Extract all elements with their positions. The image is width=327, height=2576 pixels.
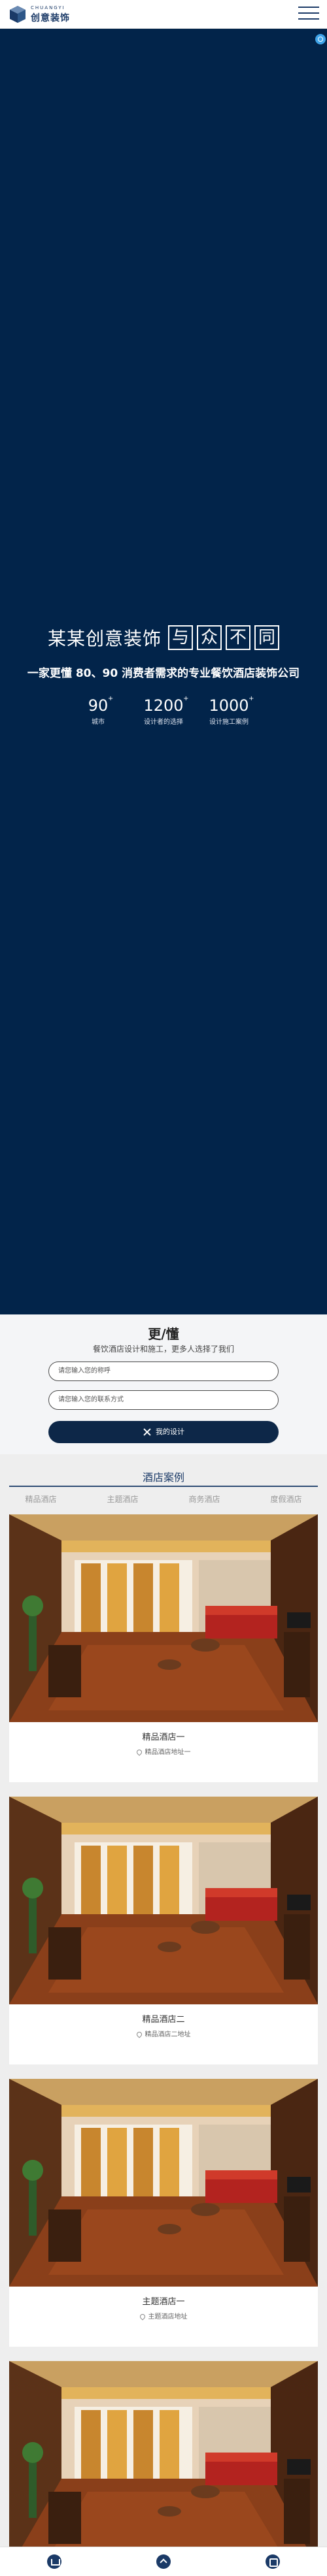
hamburger-menu-icon[interactable] xyxy=(298,7,319,22)
tools-icon xyxy=(143,1427,152,1437)
logo-icon xyxy=(10,6,26,23)
hero-title-box: 同 xyxy=(254,625,279,650)
case-photo xyxy=(9,1797,318,2004)
case-name: 精品酒店一 xyxy=(142,1733,185,1742)
case-tabs: 精品酒店 主题酒店 商务酒店 度假酒店 xyxy=(0,1493,327,1508)
stat-item: 1200 + 设计者的选择 xyxy=(131,695,196,726)
case-photo xyxy=(9,2361,318,2569)
case-card[interactable]: 精品酒店二 精品酒店二地址 xyxy=(9,1797,318,2064)
stat-item: 90 + 城市 xyxy=(65,695,131,726)
header: CHUANGYI 创意装饰 xyxy=(0,0,327,29)
case-card[interactable]: 主题酒店一 主题酒店地址 xyxy=(9,2079,318,2347)
hero-subtitle: 一家更懂 80、90 消费者需求的专业餐饮酒店装饰公司 xyxy=(27,667,300,680)
location-pin-icon xyxy=(135,1748,143,1756)
case-address: 主题酒店地址 xyxy=(148,2313,188,2321)
section-divider xyxy=(9,1486,318,1487)
logo-chinese-text: 创意装饰 xyxy=(31,12,70,24)
hotel-cases-section: 酒店案例 精品酒店 主题酒店 商务酒店 度假酒店 精品酒店一 精品酒店地址一 精… xyxy=(0,1454,327,2569)
phone-input[interactable]: 请您输入您的联系方式 xyxy=(48,1390,279,1410)
logo[interactable]: CHUANGYI 创意装饰 xyxy=(8,4,70,25)
tab-theme-hotel[interactable]: 主题酒店 xyxy=(82,1493,164,1508)
logo-english-text: CHUANGYI xyxy=(31,5,65,10)
location-pin-icon xyxy=(138,2313,146,2321)
home-icon[interactable] xyxy=(47,2554,62,2569)
submit-button[interactable]: 我的设计 xyxy=(48,1421,279,1443)
back-to-top-icon[interactable] xyxy=(156,2554,171,2569)
stat-number: 1200 xyxy=(143,696,184,715)
location-pin-icon xyxy=(135,2030,143,2038)
case-name: 精品酒店二 xyxy=(142,2015,185,2025)
stat-item: 1000 + 设计施工案例 xyxy=(196,695,262,726)
stat-number: 1000 xyxy=(209,696,249,715)
consult-form-section: 更/懂 餐饮酒店设计和施工，更多人选择了我们 请您输入您的称呼 请您输入您的联系… xyxy=(0,1314,327,1454)
stat-plus: + xyxy=(183,695,189,702)
tab-business-hotel[interactable]: 商务酒店 xyxy=(164,1493,245,1508)
case-address: 精品酒店二地址 xyxy=(145,2031,191,2038)
case-name: 主题酒店一 xyxy=(142,2297,185,2307)
tab-boutique-hotel[interactable]: 精品酒店 xyxy=(0,1493,82,1508)
case-card[interactable] xyxy=(9,2361,318,2569)
name-input[interactable]: 请您输入您的称呼 xyxy=(48,1361,279,1381)
form-description: 餐饮酒店设计和施工，更多人选择了我们 xyxy=(92,1345,234,1354)
phone-icon[interactable] xyxy=(265,2554,280,2569)
case-photo xyxy=(9,1514,318,1722)
hero-banner: 某某创意装饰与众不同 一家更懂 80、90 消费者需求的专业餐饮酒店装饰公司 9… xyxy=(0,29,327,1314)
section-title: 酒店案例 xyxy=(142,1471,184,1484)
case-address: 精品酒店地址一 xyxy=(145,1749,191,1756)
hero-title-box: 众 xyxy=(197,625,222,650)
bottom-nav xyxy=(0,2547,327,2576)
hero-title: 某某创意装饰与众不同 xyxy=(0,625,327,651)
tab-resort-hotel[interactable]: 度假酒店 xyxy=(245,1493,327,1508)
stat-number: 90 xyxy=(88,696,109,715)
stat-plus: + xyxy=(249,695,254,702)
page: CHUANGYI 创意装饰 某某创意装饰与众不同 一家更懂 80、90 消费者需… xyxy=(0,0,327,2576)
stat-label: 设计者的选择 xyxy=(144,719,183,726)
submit-button-label: 我的设计 xyxy=(156,1427,184,1436)
hero-title-main: 某某创意装饰 xyxy=(47,628,162,649)
case-photo xyxy=(9,2079,318,2287)
hero-title-box: 不 xyxy=(226,625,250,650)
stat-plus: + xyxy=(107,695,114,702)
floating-service-icon[interactable] xyxy=(315,34,326,44)
case-card[interactable]: 精品酒店一 精品酒店地址一 xyxy=(9,1514,318,1782)
stat-label: 城市 xyxy=(92,719,105,726)
form-title: 更/懂 xyxy=(148,1326,179,1342)
stat-label: 设计施工案例 xyxy=(209,719,249,726)
stats-row: 90 + 城市 1200 + 设计者的选择 1000 + 设计施工案例 xyxy=(0,695,327,726)
hero-title-box: 与 xyxy=(168,625,193,650)
